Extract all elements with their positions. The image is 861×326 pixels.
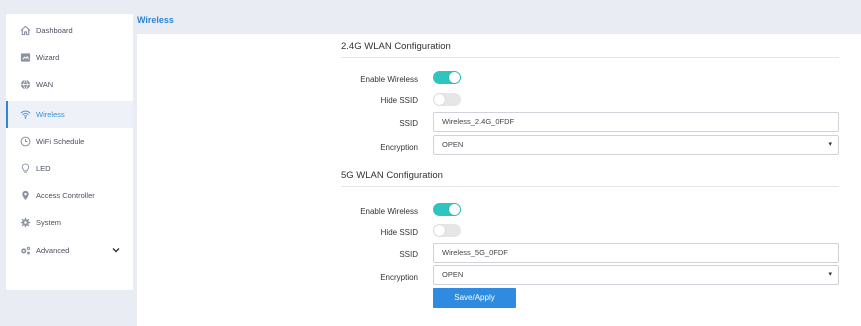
sidebar-item-wireless[interactable]: Wireless [6,101,133,128]
sidebar-item-label: Advanced [36,246,70,255]
wizard-icon [20,52,31,63]
encryption-select-2g[interactable]: OPEN ▾ [433,135,839,155]
caret-down-icon: ▾ [828,271,832,278]
gear-icon [20,217,31,228]
section-title-2g: 2.4G WLAN Configuration [341,41,451,52]
ssid-label-5g: SSID [399,250,418,259]
globe-icon [20,79,31,90]
bulb-icon [20,163,31,174]
enable-wireless-toggle-2g[interactable] [433,71,461,84]
hide-ssid-label-5g: Hide SSID [380,228,418,237]
encryption-label-2g: Encryption [380,143,418,152]
save-apply-button[interactable]: Save/Apply [433,288,516,308]
page-title: Wireless [137,15,174,25]
toggle-knob [449,204,460,215]
main-panel: 2.4G WLAN Configuration Enable Wireless … [137,34,861,326]
toggle-knob [434,94,445,105]
toggle-knob [434,225,445,236]
sidebar-item-label: LED [36,164,51,173]
sidebar: Dashboard Wizard WAN Wireless WiFi Sched… [6,14,133,290]
sidebar-item-label: Access Controller [36,191,95,200]
sidebar-item-led[interactable]: LED [6,155,133,182]
encryption-value: OPEN [442,270,464,279]
sidebar-item-label: Wizard [36,53,60,62]
home-icon [20,25,31,36]
section-divider [341,57,839,58]
location-pin-icon [20,190,31,201]
sidebar-item-label: System [36,218,62,227]
sidebar-item-wan[interactable]: WAN [6,71,133,98]
wifi-icon [20,109,31,120]
hide-ssid-label-2g: Hide SSID [380,96,418,105]
toggle-knob [449,72,460,83]
sidebar-item-label: Wireless [36,110,65,119]
enable-wireless-label-5g: Enable Wireless [360,207,418,216]
section-title-5g: 5G WLAN Configuration [341,170,443,181]
section-divider [341,186,839,187]
encryption-select-5g[interactable]: OPEN ▾ [433,265,839,285]
enable-wireless-toggle-5g[interactable] [433,203,461,216]
sidebar-item-access-controller[interactable]: Access Controller [6,182,133,209]
page-header: Wireless [137,10,861,34]
enable-wireless-label-2g: Enable Wireless [360,75,418,84]
sidebar-item-label: WiFi Schedule [36,137,85,146]
hide-ssid-toggle-2g[interactable] [433,93,461,106]
caret-down-icon: ▾ [828,141,832,148]
sidebar-item-wizard[interactable]: Wizard [6,44,133,71]
sidebar-item-system[interactable]: System [6,209,133,236]
clock-icon [20,136,31,147]
chevron-down-icon[interactable] [111,245,121,255]
ssid-input-2g[interactable]: Wireless_2.4G_0FDF [433,112,839,132]
ssid-label-2g: SSID [399,119,418,128]
encryption-value: OPEN [442,140,464,149]
sidebar-item-advanced[interactable]: Advanced [6,237,133,264]
encryption-label-5g: Encryption [380,273,418,282]
ssid-input-5g[interactable]: Wireless_5G_0FDF [433,243,839,263]
sidebar-item-wifi-schedule[interactable]: WiFi Schedule [6,128,133,155]
sidebar-item-label: Dashboard [36,26,73,35]
hide-ssid-toggle-5g[interactable] [433,224,461,237]
gears-icon [20,245,31,256]
sidebar-item-dashboard[interactable]: Dashboard [6,17,133,44]
sidebar-item-label: WAN [36,80,54,89]
